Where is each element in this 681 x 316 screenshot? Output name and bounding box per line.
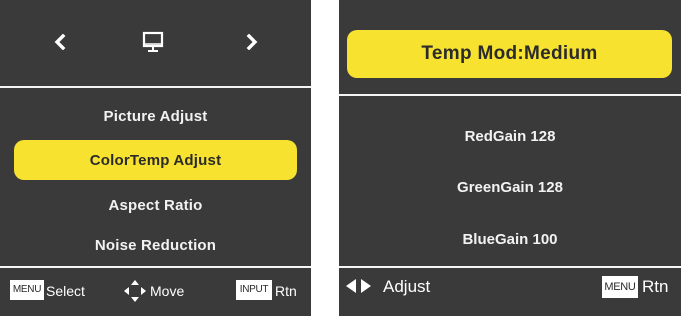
blue-gain-item[interactable]: BlueGain 100	[339, 231, 681, 248]
green-gain-item[interactable]: GreenGain 128	[339, 179, 681, 196]
menu-item-colortemp-adjust[interactable]: ColorTemp Adjust	[14, 140, 297, 180]
category-nav	[0, 0, 311, 86]
select-hint: Select	[46, 283, 85, 299]
submenu-menu-key-badge[interactable]: MENU	[602, 276, 638, 298]
colortemp-submenu-panel: Temp Mod:Medium RedGain 128 GreenGain 12…	[339, 0, 681, 316]
four-way-arrow-icon	[123, 279, 147, 303]
menu-key-badge[interactable]: MENU	[10, 280, 44, 300]
left-right-arrows-icon	[345, 278, 381, 294]
menu-item-picture-adjust[interactable]: Picture Adjust	[14, 96, 297, 136]
osd-screens: Picture Adjust ColorTemp Adjust Aspect R…	[0, 0, 681, 316]
submenu-footer-divider	[339, 266, 681, 268]
move-hint: Move	[150, 283, 185, 299]
footer-divider	[0, 266, 311, 268]
adjust-hint: Adjust	[383, 277, 431, 296]
return-hint: Rtn	[275, 283, 297, 299]
monitor-icon	[141, 30, 165, 54]
submenu-header-divider	[339, 94, 681, 96]
input-key-badge[interactable]: INPUT	[236, 280, 272, 300]
main-menu-list: Picture Adjust ColorTemp Adjust Aspect R…	[0, 88, 311, 266]
chevron-right-icon[interactable]	[238, 28, 266, 56]
chevron-left-icon[interactable]	[46, 28, 74, 56]
menu-item-noise-reduction[interactable]: Noise Reduction	[14, 225, 297, 265]
red-gain-item[interactable]: RedGain 128	[339, 128, 681, 145]
menu-item-aspect-ratio[interactable]: Aspect Ratio	[14, 185, 297, 225]
temp-mode-title[interactable]: Temp Mod:Medium	[347, 30, 672, 78]
main-menu-panel: Picture Adjust ColorTemp Adjust Aspect R…	[0, 0, 311, 316]
submenu-return-hint: Rtn	[642, 277, 669, 296]
